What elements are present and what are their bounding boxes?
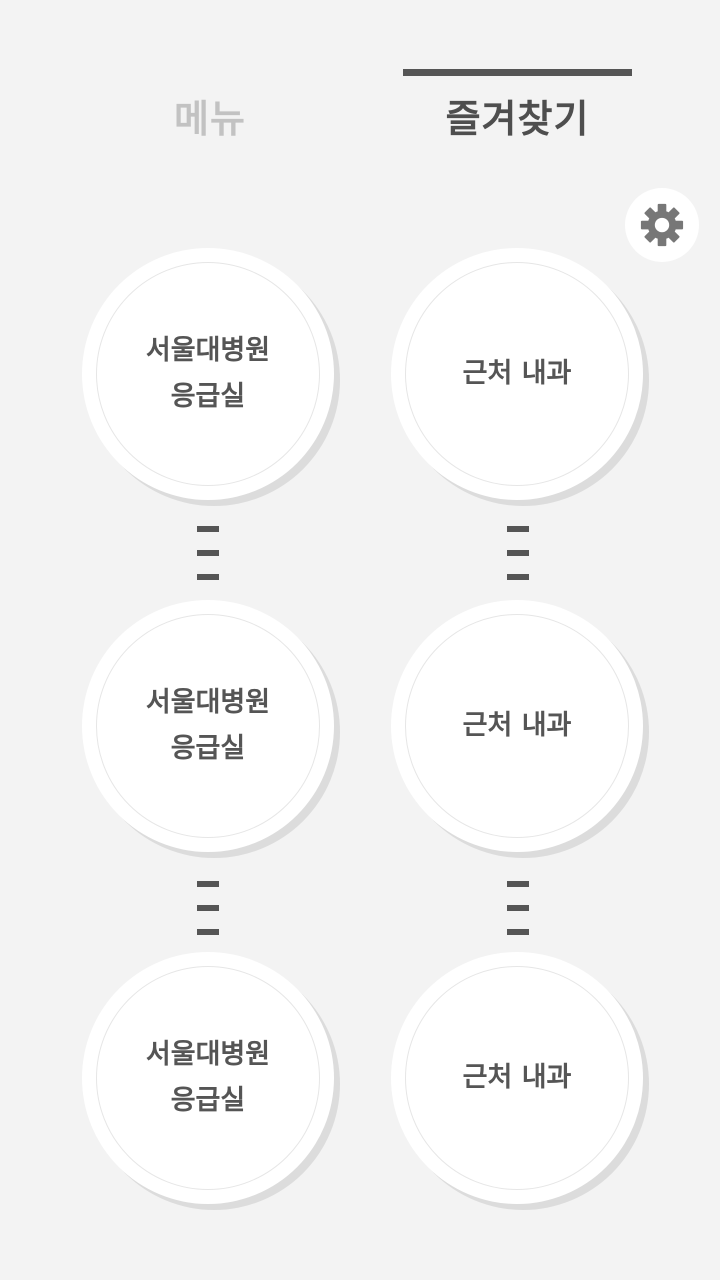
drag-handle-icon[interactable] bbox=[507, 526, 529, 581]
drag-handle-icon[interactable] bbox=[197, 881, 219, 936]
tab-menu[interactable]: 메뉴 bbox=[110, 70, 310, 160]
favorite-item-inner: 근처 내과 bbox=[405, 262, 629, 486]
gear-icon bbox=[640, 203, 684, 247]
drag-handle-icon[interactable] bbox=[197, 526, 219, 581]
favorite-item-label: 서울대병원 응급실 bbox=[145, 335, 271, 412]
favorite-item-label: 근처 내과 bbox=[462, 710, 572, 741]
favorite-item-right-2[interactable]: 근처 내과 bbox=[391, 600, 643, 852]
favorite-item-inner: 서울대병원 응급실 bbox=[96, 614, 320, 838]
tab-favorites[interactable]: 즐겨찾기 bbox=[403, 70, 632, 160]
favorite-item-right-3[interactable]: 근처 내과 bbox=[391, 952, 643, 1204]
favorite-item-left-3[interactable]: 서울대병원 응급실 bbox=[82, 952, 334, 1204]
favorite-item-label: 근처 내과 bbox=[462, 1062, 572, 1093]
favorite-item-left-2[interactable]: 서울대병원 응급실 bbox=[82, 600, 334, 852]
favorite-item-inner: 서울대병원 응급실 bbox=[96, 966, 320, 1190]
favorite-item-right-1[interactable]: 근처 내과 bbox=[391, 248, 643, 500]
drag-handle-icon[interactable] bbox=[507, 881, 529, 936]
favorite-item-label: 서울대병원 응급실 bbox=[145, 1039, 271, 1116]
favorite-item-inner: 근처 내과 bbox=[405, 614, 629, 838]
favorite-item-left-1[interactable]: 서울대병원 응급실 bbox=[82, 248, 334, 500]
favorite-item-inner: 서울대병원 응급실 bbox=[96, 262, 320, 486]
favorite-item-inner: 근처 내과 bbox=[405, 966, 629, 1190]
settings-button[interactable] bbox=[625, 188, 699, 262]
favorite-item-label: 서울대병원 응급실 bbox=[145, 687, 271, 764]
favorite-item-label: 근처 내과 bbox=[462, 358, 572, 389]
